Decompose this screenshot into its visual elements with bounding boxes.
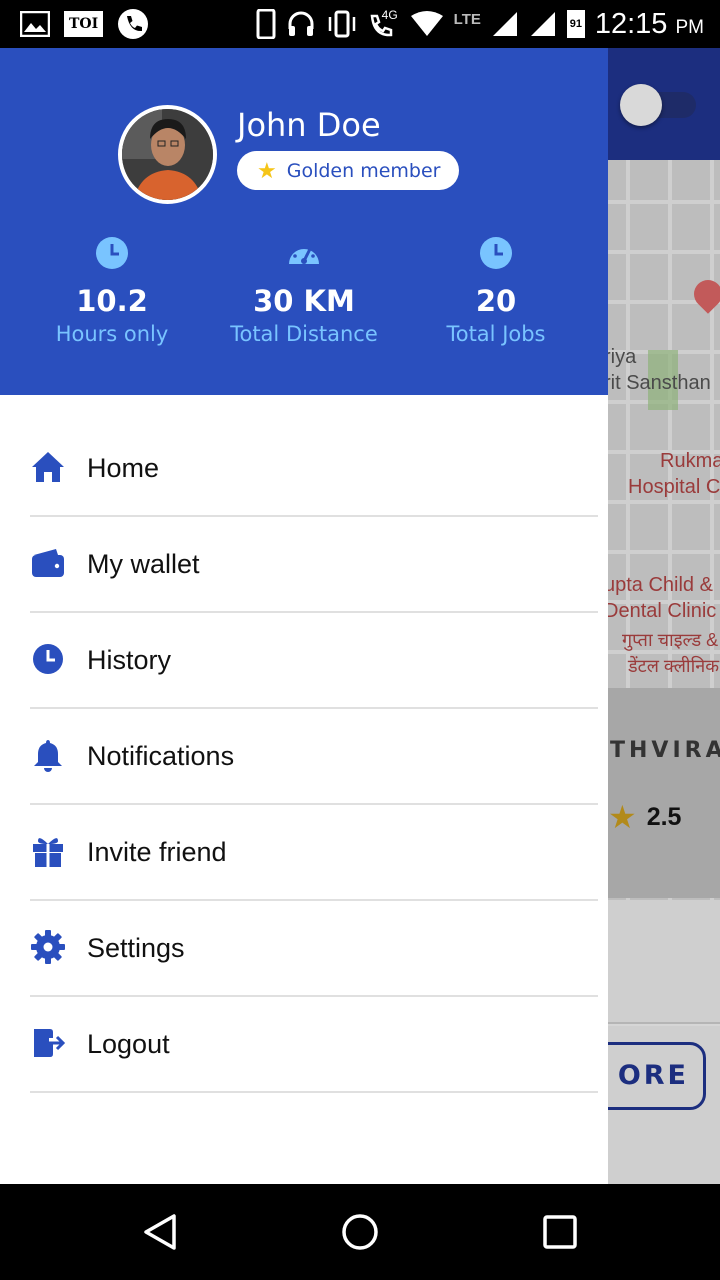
user-name: John Doe	[237, 106, 381, 144]
bell-icon	[34, 740, 62, 772]
wifi-icon	[410, 11, 443, 36]
menu-item-notifications[interactable]: Notifications	[0, 709, 608, 805]
rating-value: 2.5	[646, 802, 682, 831]
stat-hours: 10.2 Hours only	[12, 236, 212, 346]
home-icon	[32, 452, 64, 482]
stat-label: Hours only	[55, 322, 169, 346]
toi-app-icon: TOI	[64, 11, 104, 37]
menu-item-wallet[interactable]: My wallet	[0, 517, 608, 613]
menu-item-label: History	[87, 645, 172, 675]
divider	[30, 1091, 598, 1093]
stat-jobs: 20 Total Jobs	[396, 236, 596, 346]
hospital-pin-icon	[688, 274, 720, 314]
gift-icon	[33, 838, 63, 867]
stat-value: 20	[475, 284, 517, 318]
stat-label: Total Jobs	[446, 322, 546, 346]
signal-icon	[530, 12, 555, 36]
menu-item-home[interactable]: Home	[0, 421, 608, 517]
avatar[interactable]	[118, 105, 217, 204]
road-label: THVIRAJ	[610, 738, 720, 763]
history-icon	[33, 644, 63, 674]
image-icon	[20, 11, 50, 37]
phone-icon	[118, 9, 149, 39]
menu-item-label: Notifications	[87, 741, 235, 771]
membership-label: Golden member	[286, 159, 441, 182]
map-label: riya	[604, 346, 637, 368]
menu-item-label: Logout	[87, 1029, 170, 1059]
speedometer-icon	[289, 243, 319, 264]
rating: ★ 2.5	[608, 798, 681, 836]
battery-icon: 91	[566, 10, 585, 38]
vibrate-icon	[328, 10, 355, 38]
drawer-menu: Home My wallet History Notifications Inv…	[0, 421, 608, 1093]
star-icon: ★	[257, 157, 277, 183]
menu-item-label: Invite friend	[87, 837, 227, 867]
menu-item-invite[interactable]: Invite friend	[0, 805, 608, 901]
toggle-knob	[620, 84, 662, 126]
clock-time: 12:15 PM	[594, 7, 704, 40]
online-toggle[interactable]	[620, 84, 696, 126]
phone-device-icon	[256, 9, 276, 39]
status-bar: TOI 4G LTE 91 12:15 PM	[0, 0, 720, 48]
map-label: Rukma	[660, 450, 720, 472]
clock-icon	[96, 237, 128, 269]
navigation-drawer: John Doe ★ Golden member 10.2 Hours only…	[0, 48, 608, 1184]
drawer-header: John Doe ★ Golden member 10.2 Hours only…	[0, 48, 608, 395]
volte-call-icon: 4G	[368, 8, 400, 40]
map-label: upta Child &	[604, 574, 713, 596]
system-navigation-bar	[0, 1184, 720, 1280]
wallet-icon	[32, 549, 64, 577]
map-label: Hospital C	[628, 476, 720, 498]
stat-label: Total Distance	[230, 322, 378, 346]
logout-icon	[34, 1029, 66, 1057]
stat-value: 30 KM	[253, 284, 355, 318]
map-label: गुप्ता चाइल्ड &	[622, 630, 719, 650]
map-label: Dental Clinic	[604, 600, 717, 622]
recents-icon[interactable]	[540, 1212, 580, 1252]
menu-item-history[interactable]: History	[0, 613, 608, 709]
menu-item-label: Home	[87, 453, 160, 483]
menu-item-label: Settings	[87, 933, 185, 963]
star-icon: ★	[608, 799, 637, 835]
headset-icon	[288, 11, 314, 36]
map-label: rit Sansthan	[604, 372, 711, 394]
menu-item-label: My wallet	[87, 549, 200, 579]
menu-item-logout[interactable]: Logout	[0, 997, 608, 1093]
clock-icon	[480, 237, 512, 269]
gear-icon	[31, 930, 65, 964]
stat-distance: 30 KM Total Distance	[204, 236, 404, 346]
stat-value: 10.2	[76, 284, 148, 318]
lte-label: LTE	[453, 10, 481, 28]
map-label: डेंटल क्लीनिक	[628, 656, 720, 676]
home-nav-icon[interactable]	[340, 1212, 380, 1252]
back-icon[interactable]	[140, 1212, 180, 1252]
membership-badge: ★ Golden member	[237, 151, 459, 190]
signal-icon	[492, 12, 517, 36]
menu-item-settings[interactable]: Settings	[0, 901, 608, 997]
